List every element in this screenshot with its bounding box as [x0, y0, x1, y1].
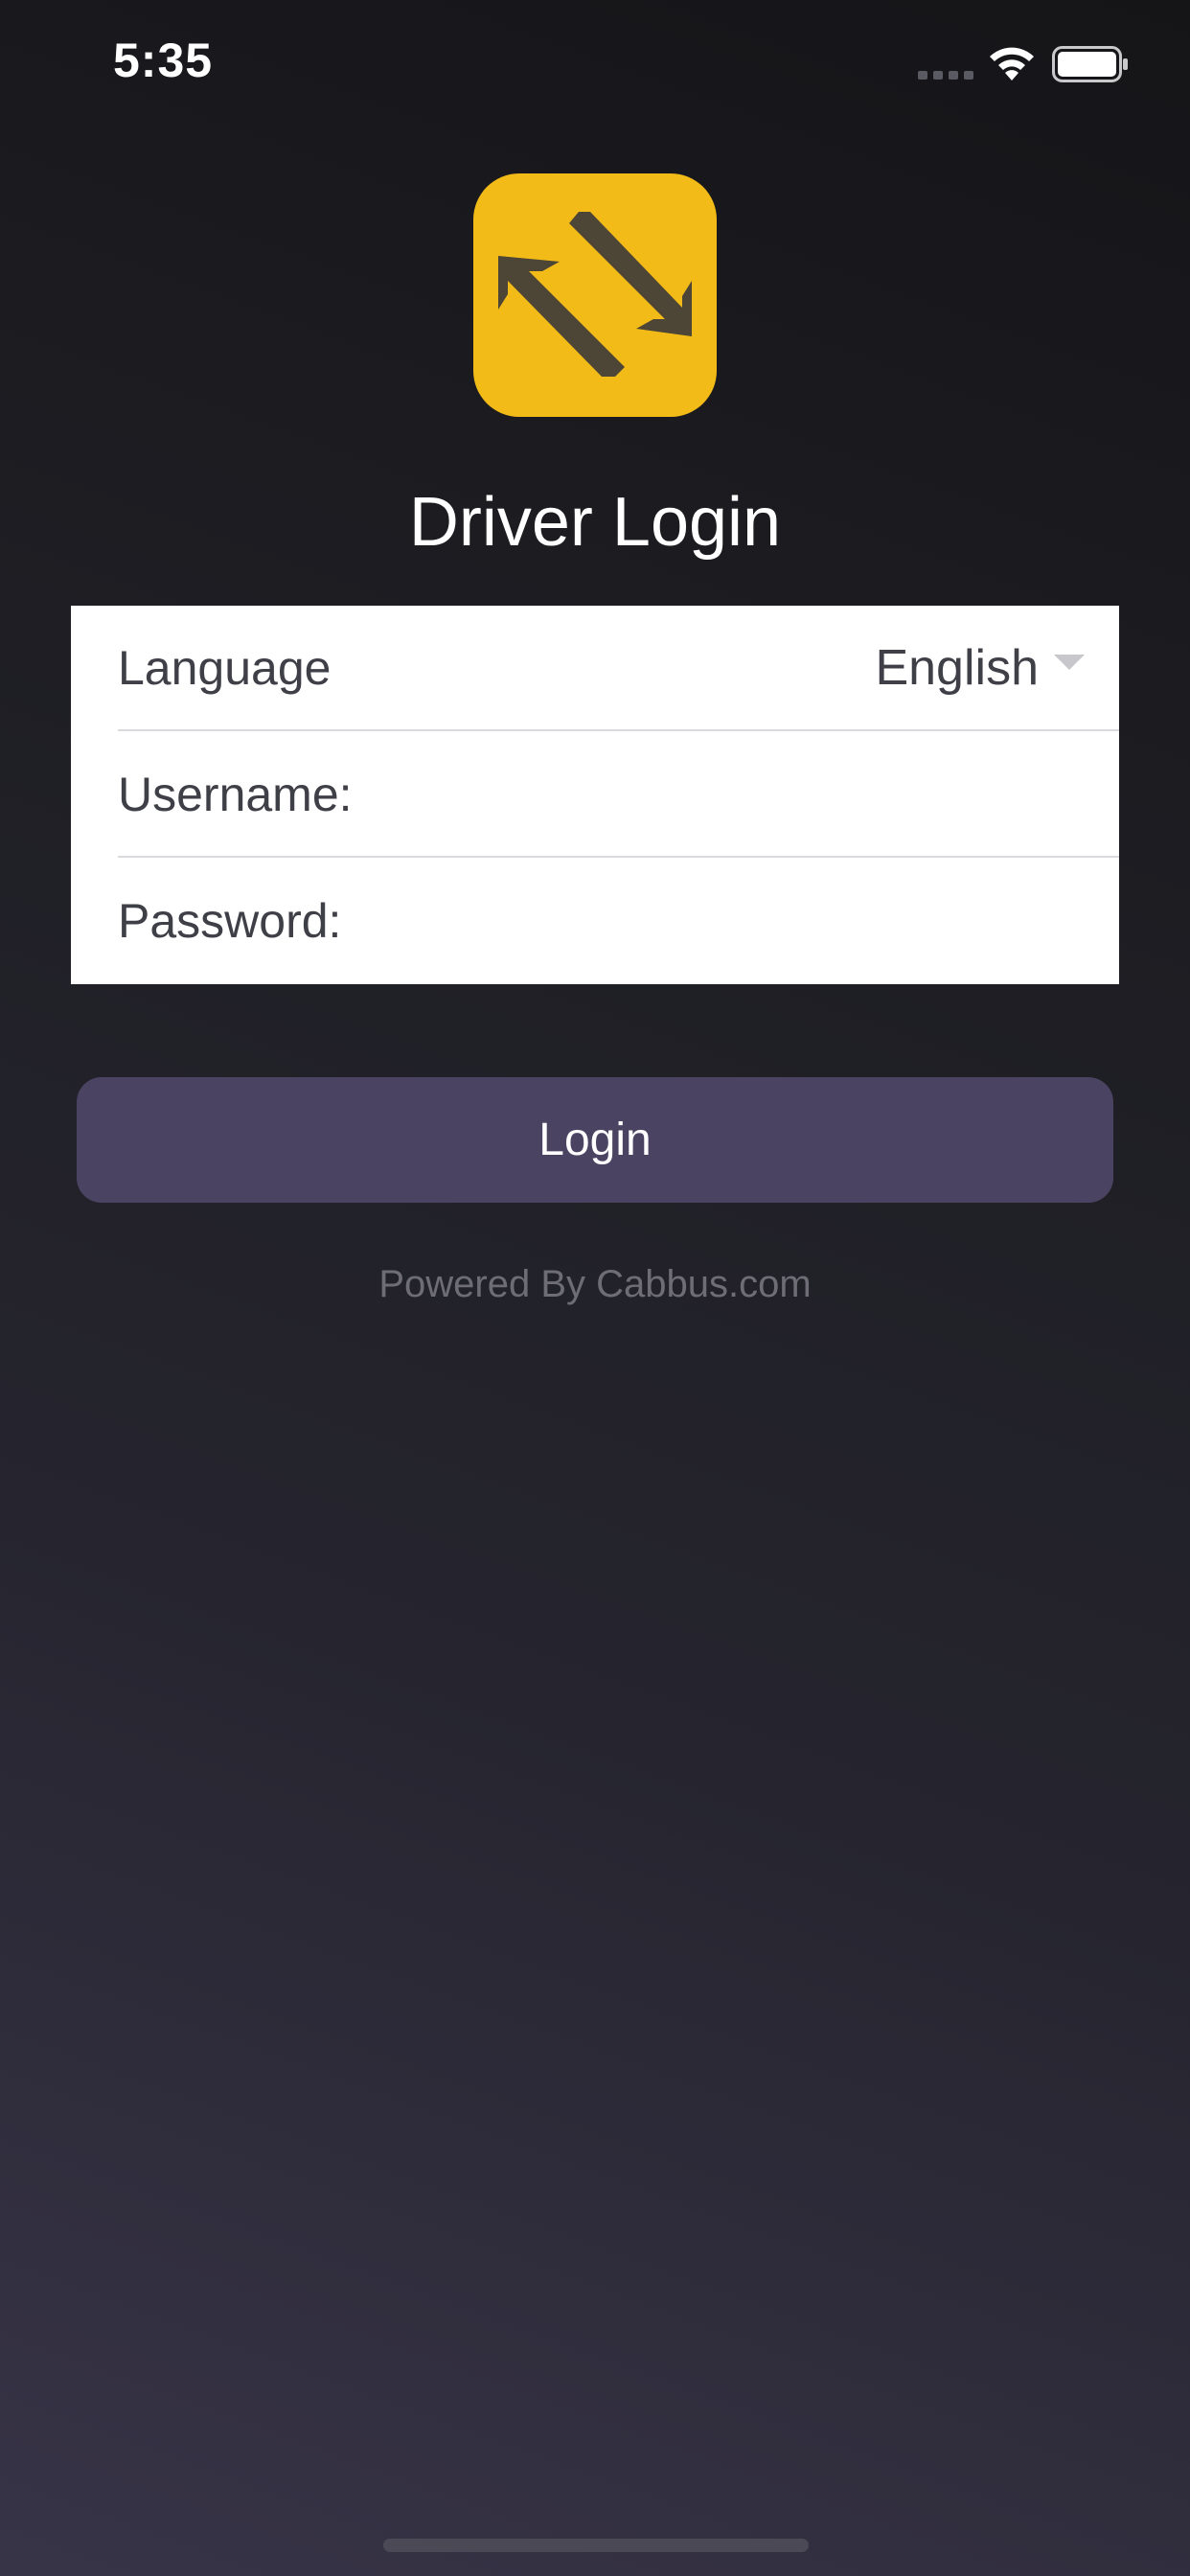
language-select[interactable]: English [875, 606, 1085, 731]
cellular-signal-icon [918, 71, 973, 80]
username-input[interactable] [386, 761, 1081, 830]
password-input[interactable] [386, 887, 1081, 956]
language-label: Language [118, 641, 332, 695]
battery-icon [1052, 46, 1128, 82]
page-title: Driver Login [408, 484, 782, 561]
password-row: Password: [118, 859, 1119, 984]
dropdown-triangle-icon [1054, 654, 1085, 670]
status-time: 5:35 [113, 34, 214, 87]
username-row: Username: [118, 732, 1119, 858]
wifi-icon [990, 47, 1034, 80]
language-row[interactable]: Language English [118, 606, 1119, 731]
app-logo [473, 173, 717, 417]
username-label: Username: [118, 768, 353, 821]
login-screen: 5:35 Driver Login Language English Usern… [0, 0, 1190, 2576]
login-form: Language English Username: Password: [71, 606, 1119, 984]
language-value: English [875, 640, 1039, 696]
login-button[interactable]: Login [77, 1077, 1113, 1203]
password-label: Password: [118, 894, 342, 948]
home-indicator[interactable] [383, 2539, 809, 2552]
powered-by-text: Powered By Cabbus.com [378, 1263, 812, 1305]
swap-arrows-icon [498, 212, 692, 377]
